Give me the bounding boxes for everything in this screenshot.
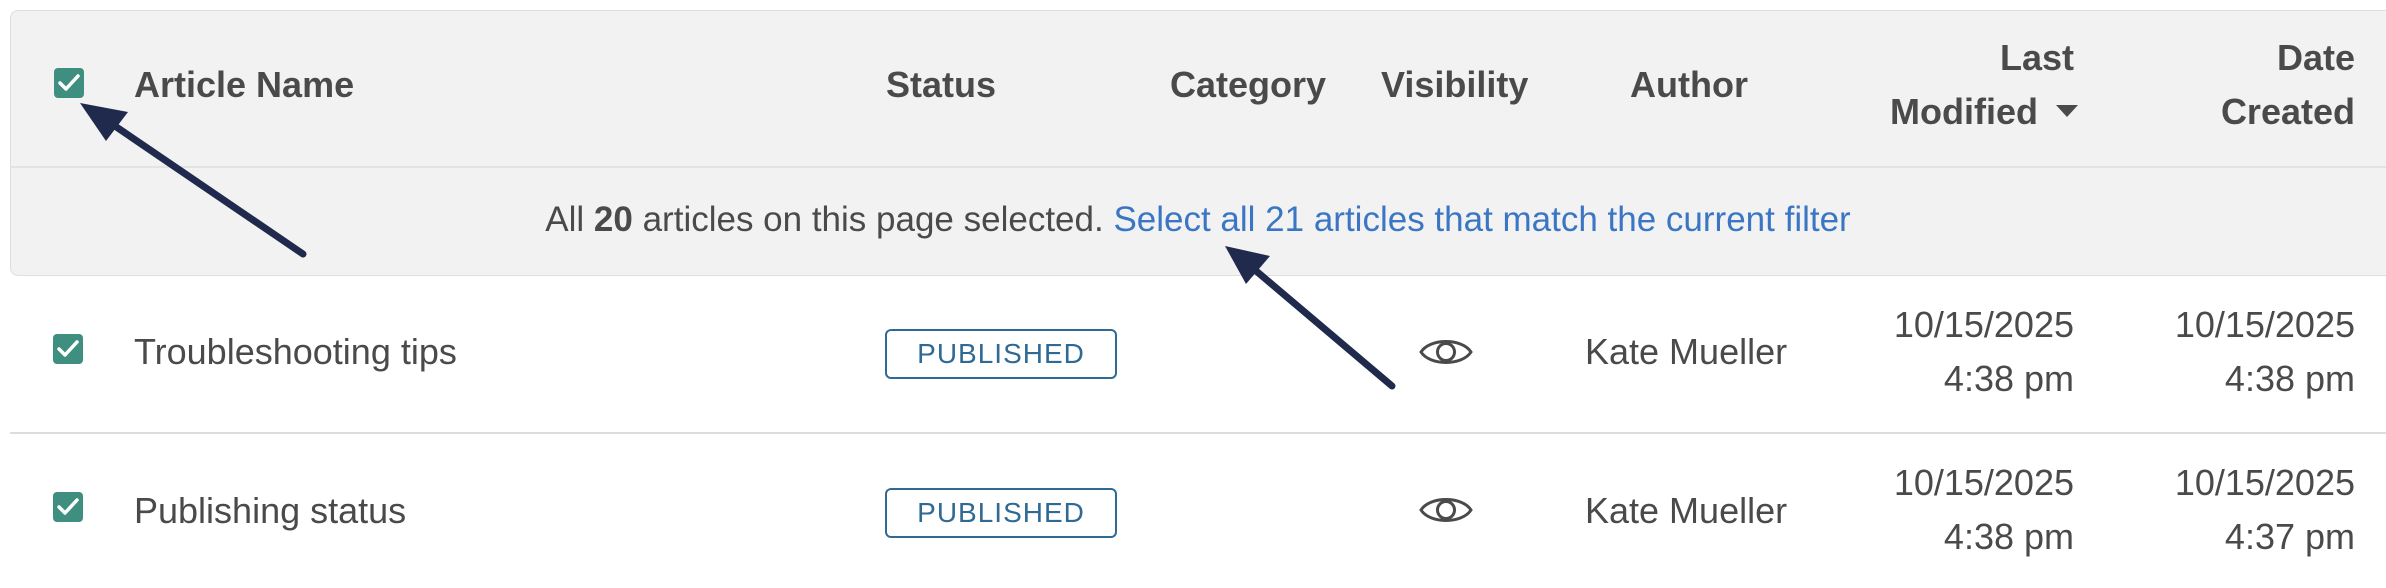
annotation-arrow-select-link <box>1225 246 1396 390</box>
annotation-arrow-select-all <box>80 103 307 258</box>
article-table: Article Name Status Category Visibility … <box>0 0 2386 588</box>
annotation-arrows <box>80 103 1396 390</box>
